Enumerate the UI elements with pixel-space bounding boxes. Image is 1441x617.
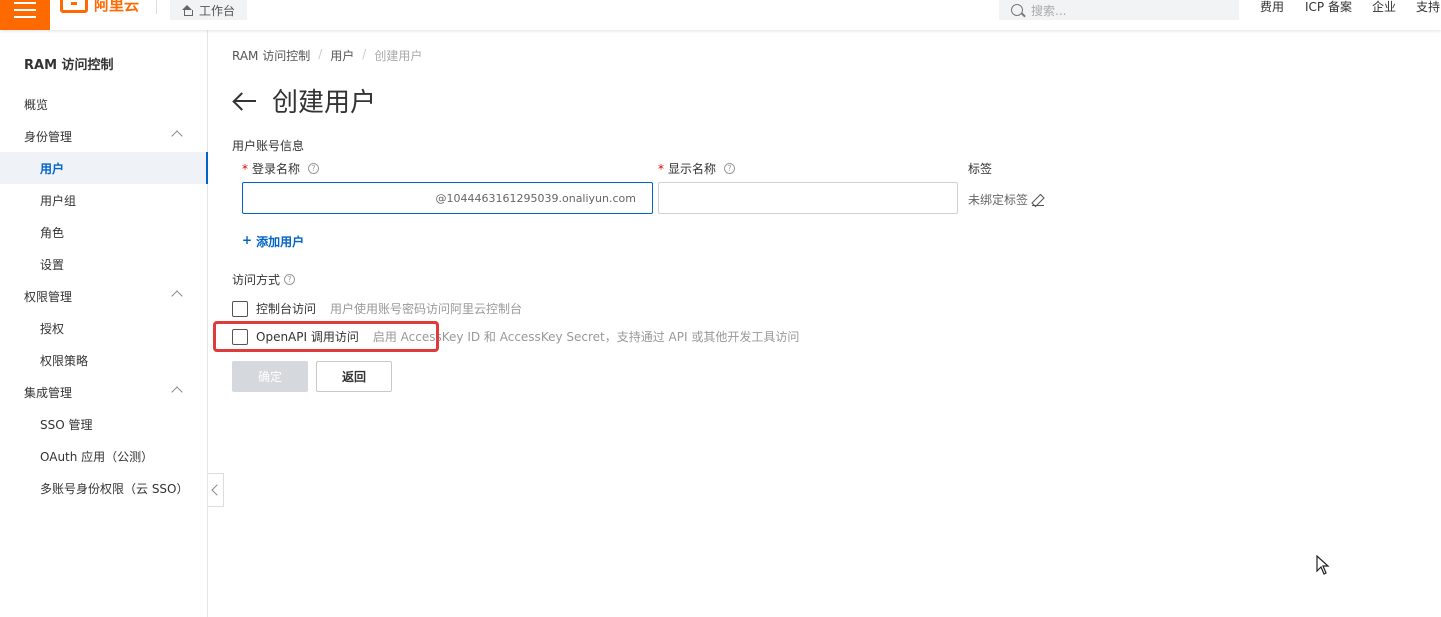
logo-text: 阿里云 (94, 0, 140, 14)
sidebar-item-sso[interactable]: SSO 管理 (0, 408, 207, 440)
sidebar-item-label: 权限管理 (24, 289, 73, 304)
divider (156, 0, 157, 14)
chevron-up-icon (171, 386, 183, 398)
workbench-button[interactable]: 工作台 (170, 0, 248, 20)
search-placeholder: 搜索... (1031, 3, 1067, 18)
breadcrumb: RAM 访问控制 / 用户 / 创建用户 (232, 47, 422, 64)
highlight-annotation (213, 321, 439, 352)
console-access-option[interactable]: 控制台访问 用户使用账号密码访问阿里云控制台 (232, 300, 522, 317)
sidebar-item-label: 多账号身份权限（云 SSO） (40, 481, 189, 496)
sidebar-item-label: SSO 管理 (40, 417, 93, 432)
account-section-label: 用户账号信息 (232, 139, 305, 153)
nav-support[interactable]: 支持 (1416, 0, 1440, 15)
top-navbar: 阿里云 工作台 搜索... 费用 ICP 备案 企业 支持 (0, 0, 1441, 30)
help-icon[interactable]: ? (284, 274, 296, 285)
required-mark: * (242, 161, 248, 176)
sidebar-item-label: 概览 (24, 97, 49, 112)
sidebar-item-label: 权限策略 (40, 353, 89, 368)
sidebar-item-cloud-sso[interactable]: 多账号身份权限（云 SSO） (0, 472, 207, 504)
workbench-label: 工作台 (199, 3, 236, 18)
confirm-button[interactable]: 确定 (232, 361, 308, 392)
back-button[interactable]: 返回 (316, 361, 392, 392)
sidebar-item-label: 身份管理 (24, 129, 73, 144)
login-name-text: 登录名称 (252, 162, 301, 176)
console-access-label[interactable]: 控制台访问 (256, 300, 316, 317)
plus-icon: + (242, 233, 253, 247)
access-section-text: 访问方式 (232, 273, 281, 287)
access-section-label: 访问方式 ? (232, 271, 296, 288)
breadcrumb-ram[interactable]: RAM 访问控制 (232, 47, 310, 64)
breadcrumb-separator: / (362, 47, 367, 61)
console-access-description: 用户使用账号密码访问阿里云控制台 (330, 302, 523, 316)
sidebar: RAM 访问控制 概览 身份管理 用户 用户组 角色 设置 权限管理 授权 权限… (0, 30, 208, 617)
help-icon[interactable]: ? (724, 163, 736, 174)
sidebar-item-users[interactable]: 用户 (0, 152, 208, 184)
tag-value-text: 未绑定标签 (968, 193, 1029, 207)
nav-enterprise[interactable]: 企业 (1372, 0, 1396, 15)
login-name-input[interactable]: @1044463161295039.onaliyun.com (242, 182, 653, 214)
sidebar-item-label: 角色 (40, 225, 65, 240)
sidebar-item-grants[interactable]: 授权 (0, 312, 207, 344)
console-access-checkbox[interactable] (232, 300, 248, 317)
chevron-up-icon (171, 290, 183, 302)
display-name-input[interactable] (658, 182, 958, 214)
display-name-text: 显示名称 (668, 162, 717, 176)
sidebar-item-settings[interactable]: 设置 (0, 248, 207, 280)
page-title-text: 创建用户 (272, 88, 377, 118)
help-icon[interactable]: ? (308, 163, 320, 174)
back-arrow-icon[interactable] (232, 92, 258, 110)
sidebar-item-roles[interactable]: 角色 (0, 216, 207, 248)
search-box[interactable]: 搜索... (999, 0, 1239, 20)
aliyun-logo[interactable]: 阿里云 (60, 0, 139, 16)
sidebar-title: RAM 访问控制 (24, 58, 114, 73)
chevron-up-icon (171, 130, 183, 142)
tag-label: 标签 (968, 162, 993, 176)
sidebar-item-user-groups[interactable]: 用户组 (0, 184, 207, 216)
page-title: 创建用户 (232, 82, 376, 119)
breadcrumb-separator: / (318, 47, 323, 61)
tag-value: 未绑定标签 (968, 191, 1045, 208)
sidebar-item-label: OAuth 应用（公测） (40, 449, 154, 464)
sidebar-item-policies[interactable]: 权限策略 (0, 344, 207, 376)
login-name-label: * 登录名称 ? (242, 160, 320, 177)
sidebar-group-integration[interactable]: 集成管理 (0, 376, 207, 408)
menu-icon[interactable] (0, 0, 50, 30)
sidebar-item-overview[interactable]: 概览 (0, 88, 207, 120)
sidebar-item-label: 用户 (40, 161, 65, 176)
login-domain-suffix: @1044463161295039.onaliyun.com (435, 191, 636, 205)
add-user-button[interactable]: + 添加用户 (242, 233, 304, 250)
sidebar-item-label: 集成管理 (24, 385, 73, 400)
nav-billing[interactable]: 费用 (1260, 0, 1284, 15)
sidebar-collapse-button[interactable] (208, 473, 224, 507)
sidebar-group-permissions[interactable]: 权限管理 (0, 280, 207, 312)
breadcrumb-users[interactable]: 用户 (330, 47, 354, 64)
home-icon (182, 5, 193, 16)
logo-mark-icon (60, 0, 88, 13)
required-mark: * (658, 161, 664, 176)
sidebar-item-oauth[interactable]: OAuth 应用（公测） (0, 440, 207, 472)
edit-icon[interactable] (1032, 194, 1045, 206)
sidebar-item-label: 用户组 (40, 193, 77, 208)
display-name-label: * 显示名称 ? (658, 160, 736, 177)
search-icon (1011, 4, 1023, 16)
sidebar-item-label: 设置 (40, 257, 65, 272)
nav-icp[interactable]: ICP 备案 (1305, 0, 1352, 15)
mouse-cursor-icon (1316, 555, 1330, 575)
breadcrumb-current: 创建用户 (374, 49, 423, 63)
sidebar-group-identity[interactable]: 身份管理 (0, 120, 207, 152)
sidebar-item-label: 授权 (40, 321, 65, 336)
add-user-label: 添加用户 (256, 235, 305, 249)
